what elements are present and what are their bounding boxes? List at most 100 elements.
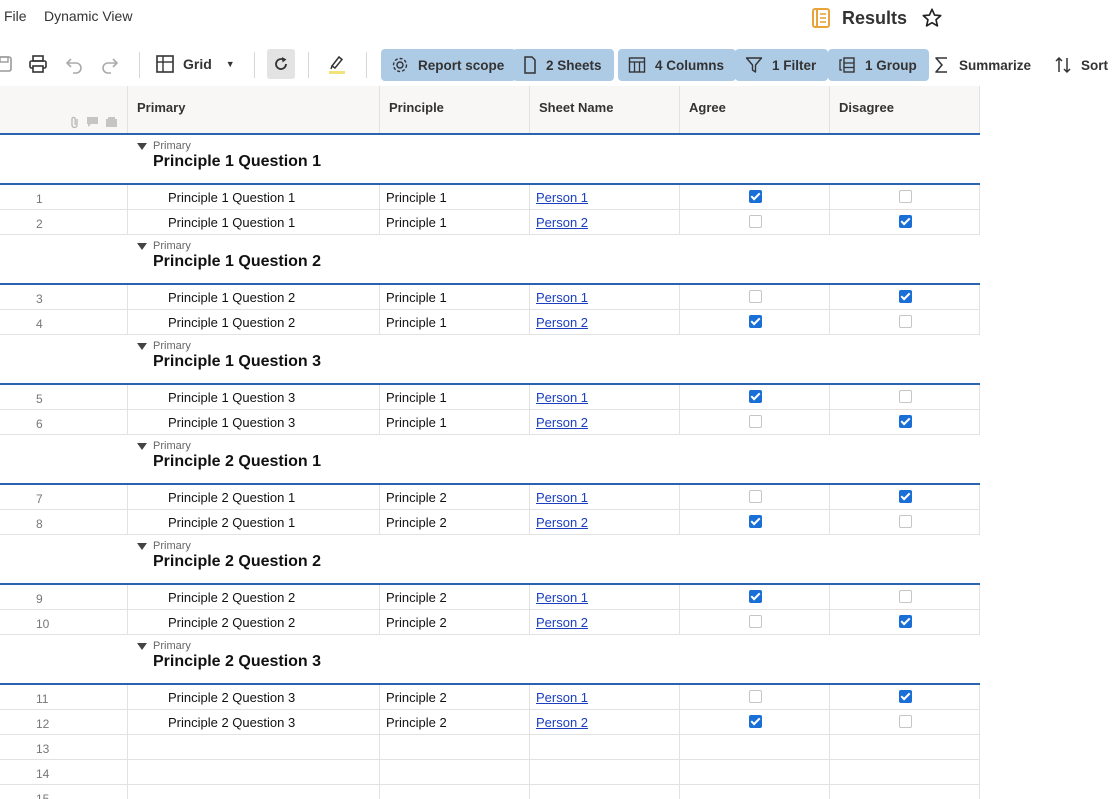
column-header-principle[interactable]: Principle (380, 86, 530, 133)
cell-principle[interactable]: Principle 1 (380, 185, 530, 209)
collapse-caret-icon[interactable] (137, 643, 147, 650)
cell-principle[interactable]: Principle 1 (380, 310, 530, 334)
cell-primary[interactable]: Principle 2 Question 1 (128, 510, 380, 534)
cell-primary[interactable]: Principle 1 Question 1 (128, 185, 380, 209)
favorite-star-icon[interactable] (921, 7, 943, 29)
empty-cell[interactable] (680, 735, 830, 759)
cell-primary[interactable]: Principle 1 Question 2 (128, 310, 380, 334)
undo-icon[interactable] (62, 52, 86, 76)
agree-checkbox[interactable] (749, 315, 762, 328)
sheet-link[interactable]: Person 1 (536, 290, 588, 305)
empty-cell[interactable] (680, 785, 830, 799)
disagree-checkbox[interactable] (899, 315, 912, 328)
group-header-row[interactable]: Primary Principle 2 Question 1 (0, 435, 980, 485)
cell-principle[interactable]: Principle 1 (380, 410, 530, 434)
empty-row[interactable]: 15 (0, 785, 980, 799)
agree-checkbox[interactable] (749, 390, 762, 403)
disagree-checkbox[interactable] (899, 290, 912, 303)
redo-icon[interactable] (98, 52, 122, 76)
disagree-checkbox[interactable] (899, 490, 912, 503)
cell-primary[interactable]: Principle 1 Question 3 (128, 410, 380, 434)
agree-checkbox[interactable] (749, 615, 762, 628)
empty-cell[interactable] (530, 785, 680, 799)
collapse-caret-icon[interactable] (137, 343, 147, 350)
table-row[interactable]: 12 Principle 2 Question 3 Principle 2 Perso… (0, 710, 980, 735)
cell-sheet-name[interactable]: Person 2 (530, 710, 680, 734)
column-header-agree[interactable]: Agree (680, 86, 830, 133)
group-header-row[interactable]: Primary Principle 2 Question 2 (0, 535, 980, 585)
cell-sheet-name[interactable]: Person 1 (530, 585, 680, 609)
sheet-link[interactable]: Person 2 (536, 615, 588, 630)
disagree-checkbox[interactable] (899, 190, 912, 203)
cell-primary[interactable]: Principle 1 Question 3 (128, 385, 380, 409)
highlight-icon[interactable] (325, 52, 349, 76)
disagree-checkbox[interactable] (899, 590, 912, 603)
empty-cell[interactable] (530, 735, 680, 759)
table-row[interactable]: 3 Principle 1 Question 2 Principle 1 Person… (0, 285, 980, 310)
sheets-button[interactable]: 2 Sheets (513, 49, 614, 81)
cell-primary[interactable]: Principle 2 Question 1 (128, 485, 380, 509)
cell-principle[interactable]: Principle 2 (380, 685, 530, 709)
empty-cell[interactable] (128, 785, 380, 799)
agree-checkbox[interactable] (749, 515, 762, 528)
cell-principle[interactable]: Principle 1 (380, 285, 530, 309)
sheet-link[interactable]: Person 1 (536, 590, 588, 605)
cell-sheet-name[interactable]: Person 1 (530, 385, 680, 409)
empty-cell[interactable] (380, 735, 530, 759)
disagree-checkbox[interactable] (899, 515, 912, 528)
cell-sheet-name[interactable]: Person 2 (530, 610, 680, 634)
row-number[interactable]: 13 (0, 735, 128, 759)
row-number[interactable]: 12 (0, 710, 128, 734)
disagree-checkbox[interactable] (899, 715, 912, 728)
table-row[interactable]: 1 Principle 1 Question 1 Principle 1 Person… (0, 185, 980, 210)
cell-sheet-name[interactable]: Person 2 (530, 210, 680, 234)
disagree-checkbox[interactable] (899, 390, 912, 403)
empty-row[interactable]: 14 (0, 760, 980, 785)
cell-principle[interactable]: Principle 2 (380, 510, 530, 534)
menu-file[interactable]: File (4, 8, 27, 24)
sheet-link[interactable]: Person 2 (536, 315, 588, 330)
row-number[interactable]: 14 (0, 760, 128, 784)
row-number[interactable]: 7 (0, 485, 128, 509)
sort-button[interactable]: Sort (1054, 49, 1108, 81)
refresh-button[interactable] (267, 49, 295, 79)
cell-principle[interactable]: Principle 1 (380, 210, 530, 234)
empty-cell[interactable] (680, 760, 830, 784)
row-number[interactable]: 3 (0, 285, 128, 309)
sheet-link[interactable]: Person 2 (536, 515, 588, 530)
view-switcher-button[interactable]: Grid ▼ (155, 50, 235, 78)
cell-sheet-name[interactable]: Person 1 (530, 485, 680, 509)
cell-principle[interactable]: Principle 2 (380, 710, 530, 734)
empty-cell[interactable] (830, 760, 980, 784)
group-header-row[interactable]: Primary Principle 1 Question 3 (0, 335, 980, 385)
row-number[interactable]: 6 (0, 410, 128, 434)
cell-principle[interactable]: Principle 2 (380, 585, 530, 609)
row-number[interactable]: 11 (0, 685, 128, 709)
row-number[interactable]: 9 (0, 585, 128, 609)
cell-primary[interactable]: Principle 2 Question 2 (128, 610, 380, 634)
table-row[interactable]: 6 Principle 1 Question 3 Principle 1 Person… (0, 410, 980, 435)
cell-primary[interactable]: Principle 2 Question 2 (128, 585, 380, 609)
disagree-checkbox[interactable] (899, 615, 912, 628)
group-button[interactable]: 1 Group (828, 49, 929, 81)
disagree-checkbox[interactable] (899, 215, 912, 228)
table-row[interactable]: 4 Principle 1 Question 2 Principle 1 Person… (0, 310, 980, 335)
table-row[interactable]: 5 Principle 1 Question 3 Principle 1 Person… (0, 385, 980, 410)
cell-sheet-name[interactable]: Person 2 (530, 410, 680, 434)
empty-cell[interactable] (128, 760, 380, 784)
agree-checkbox[interactable] (749, 690, 762, 703)
row-number[interactable]: 10 (0, 610, 128, 634)
row-number[interactable]: 15 (0, 785, 128, 799)
sheet-link[interactable]: Person 1 (536, 490, 588, 505)
table-row[interactable]: 8 Principle 2 Question 1 Principle 2 Person… (0, 510, 980, 535)
cell-sheet-name[interactable]: Person 1 (530, 185, 680, 209)
cell-principle[interactable]: Principle 2 (380, 610, 530, 634)
group-header-row[interactable]: Primary Principle 1 Question 2 (0, 235, 980, 285)
sheet-link[interactable]: Person 1 (536, 390, 588, 405)
sheet-link[interactable]: Person 2 (536, 415, 588, 430)
cell-primary[interactable]: Principle 2 Question 3 (128, 710, 380, 734)
row-number[interactable]: 5 (0, 385, 128, 409)
cell-sheet-name[interactable]: Person 1 (530, 685, 680, 709)
cell-principle[interactable]: Principle 1 (380, 385, 530, 409)
cell-sheet-name[interactable]: Person 2 (530, 310, 680, 334)
